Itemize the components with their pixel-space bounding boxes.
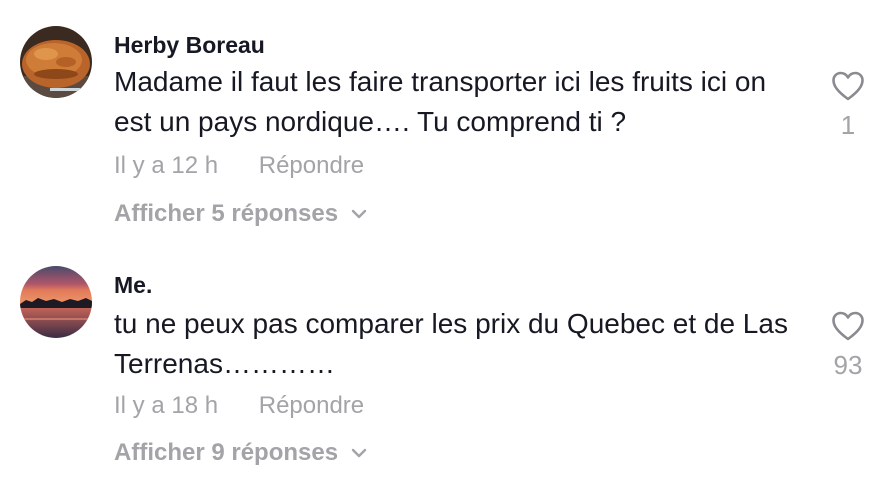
view-replies-label: Afficher 9 réponses — [114, 439, 339, 466]
bread-photo-icon — [20, 26, 92, 98]
heart-icon — [832, 71, 864, 101]
chevron-down-icon — [350, 444, 368, 462]
view-replies-label: Afficher 5 réponses — [114, 200, 339, 227]
reply-button[interactable]: Répondre — [259, 391, 364, 421]
reply-button[interactable]: Répondre — [259, 151, 364, 181]
avatar[interactable] — [20, 26, 92, 98]
chevron-down-icon — [350, 205, 368, 223]
comment-item: Me. tu ne peux pas comparer les prix du … — [0, 243, 894, 486]
like-button[interactable]: 93 — [818, 310, 878, 380]
comment-meta: Il y a 12 h Répondre — [114, 151, 364, 181]
comment-timestamp: Il y a 18 h — [114, 392, 219, 419]
like-button[interactable]: 1 — [818, 70, 878, 140]
view-replies-button[interactable]: Afficher 9 réponses — [114, 438, 368, 468]
avatar[interactable] — [20, 266, 92, 338]
sunset-photo-icon — [20, 266, 92, 338]
comment-item: Herby Boreau Madame il faut les faire tr… — [0, 0, 894, 243]
like-count: 93 — [833, 350, 863, 380]
comment-timestamp: Il y a 12 h — [114, 152, 219, 179]
comment-username[interactable]: Me. — [114, 271, 152, 299]
comment-meta: Il y a 18 h Répondre — [114, 391, 364, 421]
comment-text: Madame il faut les faire transporter ici… — [114, 66, 767, 137]
heart-icon — [832, 311, 864, 341]
view-replies-button[interactable]: Afficher 5 réponses — [114, 199, 368, 229]
comment-text: tu ne peux pas comparer les prix du Queb… — [114, 308, 788, 379]
like-count: 1 — [840, 110, 856, 140]
comment-username[interactable]: Herby Boreau — [114, 31, 265, 59]
